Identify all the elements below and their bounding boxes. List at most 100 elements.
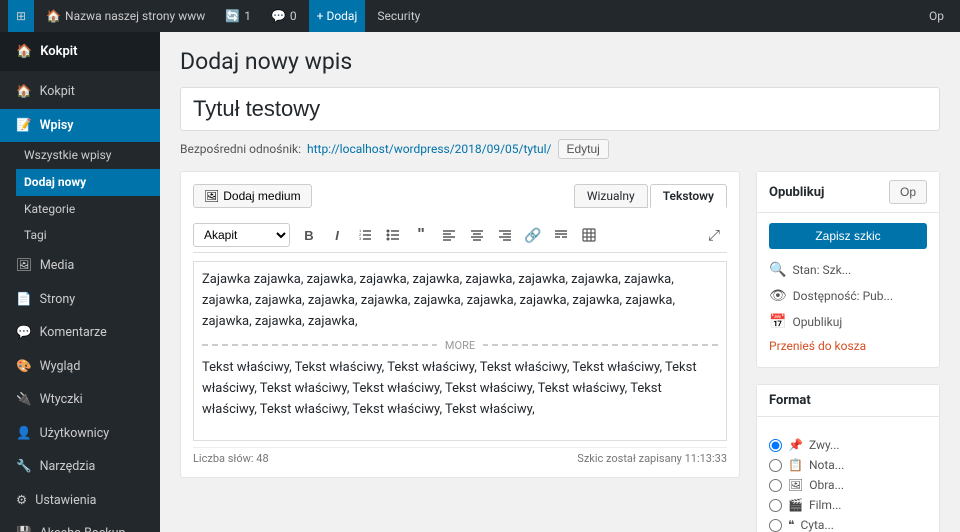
sidebar-item-wtyczki[interactable]: 🔌 Wtyczki [0,383,160,417]
home-icon: 🏠 [16,83,32,101]
sidebar-item-wyglad[interactable]: 🎨 Wygląd [0,350,160,384]
ul-button[interactable] [380,222,406,248]
format-standard-radio[interactable] [769,439,782,452]
sidebar-item-tagi[interactable]: Tagi [16,222,160,249]
permalink-row: Bezpośredni odnośnik: http://localhost/w… [180,139,940,159]
format-aside: 📋 Nota... [769,455,927,475]
sidebar-item-wpisy[interactable]: 📝 Wpisy [0,109,160,143]
ol-button[interactable]: 123 [352,222,378,248]
sidebar-item-uzytkownicy[interactable]: 👤 Użytkownicy [0,417,160,451]
save-time: Szkic został zapisany 11:13:33 [577,452,727,465]
more-divider [202,344,718,346]
format-quote-radio[interactable] [769,519,782,532]
italic-button[interactable]: I [324,222,350,248]
dashboard-icon: 🏠 [16,44,32,59]
tab-visual[interactable]: Wizualny [574,184,648,208]
publish-box-header[interactable]: Opublikuj Op [757,172,939,213]
sidebar-item-akeeba[interactable]: 💾 Akeeba Backup [0,517,160,532]
format-box-header[interactable]: Format [757,385,939,417]
visibility-icon: 👁 [769,288,787,304]
op-button[interactable]: Op [921,0,952,32]
page-title: Dodaj nowy wpis [180,48,940,75]
pages-icon: 📄 [16,291,32,309]
fullscreen-button[interactable]: ⤢ [701,222,727,248]
format-video: 🎬 Film... [769,495,927,515]
permalink-link[interactable]: http://localhost/wordpress/2018/09/05/ty… [307,142,552,156]
visibility-label: Dostępność: Pub... [793,289,893,303]
comments-indicator[interactable]: 💬 0 [263,0,305,32]
svg-text:3: 3 [359,236,362,241]
add-new-button[interactable]: + Dodaj [309,0,366,32]
op-button[interactable]: Op [889,180,927,204]
comments-icon: 💬 [271,9,286,23]
editor-footer: Liczba słów: 48 Szkic został zapisany 11… [193,447,727,465]
wp-logo[interactable]: ⊞ [8,0,34,32]
blockquote-button[interactable]: " [408,222,434,248]
backup-icon: 💾 [16,525,32,532]
more-tag-button[interactable] [548,222,574,248]
editor-main: 🖼 Dodaj medium Wizualny Tekstowy Akapit … [180,171,740,532]
publish-label: Opublikuj [792,315,842,329]
format-bar: Akapit Nagłówek 1 Nagłówek 2 Nagłówek 3 … [193,218,727,253]
format-quote: ❝ Cyta... [769,515,927,532]
aside-icon: 📋 [788,458,803,472]
tab-text[interactable]: Tekstowy [650,184,727,208]
editor-area[interactable]: Zajawka zajawka, zajawka, zajawka, zajaw… [193,261,727,441]
bold-button[interactable]: B [296,222,322,248]
format-image: 🖼 Obra... [769,475,927,495]
users-icon: 👤 [16,425,32,443]
trash-link[interactable]: Przenieś do kosza [769,335,927,357]
editor-tabs: Wizualny Tekstowy [574,184,727,208]
sidebar-item-komentarze[interactable]: 💬 Komentarze [0,316,160,350]
format-radio-group: 📌 Zwy... 📋 Nota... 🖼 Ob [769,427,927,532]
sidebar-item-kokpit[interactable]: 🏠 Kokpit [0,75,160,109]
content-area: 🖼 Dodaj medium Wizualny Tekstowy Akapit … [180,171,940,532]
format-aside-radio[interactable] [769,459,782,472]
format-video-radio[interactable] [769,499,782,512]
admin-bar: ⊞ 🏠 Nazwa naszej strony www 🔄 1 💬 0 + Do… [0,0,960,32]
sidebar-item-dodaj-nowy[interactable]: Dodaj nowy [16,169,160,196]
post-title-input[interactable] [180,87,940,131]
tools-icon: 🔧 [16,458,32,476]
image-icon: 🖼 [788,478,803,492]
editor-toolbar-top: 🖼 Dodaj medium Wizualny Tekstowy [193,184,727,208]
table-button[interactable] [576,222,602,248]
main-content: Dodaj nowy wpis Bezpośredni odnośnik: ht… [160,32,960,532]
sidebar-sub-wpisy: Wszystkie wpisy Dodaj nowy Kategorie Tag… [0,142,160,249]
publish-box: Opublikuj Op Zapisz szkic 🔍 Stan: Szk...… [756,171,940,368]
align-right-button[interactable] [492,222,518,248]
security-menu-item[interactable]: Security [369,0,428,32]
add-media-button[interactable]: 🖼 Dodaj medium [193,184,312,208]
updates-icon: 🔄 [225,9,240,23]
sidebar-item-strony[interactable]: 📄 Strony [0,283,160,317]
save-draft-button[interactable]: Zapisz szkic [769,223,927,249]
edit-permalink-button[interactable]: Edytuj [558,139,609,159]
align-center-button[interactable] [464,222,490,248]
settings-icon: ⚙ [16,492,27,510]
word-count: Liczba słów: 48 [193,452,269,465]
sidebar-brand[interactable]: 🏠 Kokpit [0,32,160,71]
format-box: Format 📌 Zwy... 📋 No [756,384,940,532]
comments-icon: 💬 [16,324,32,342]
calendar-icon: 📅 [769,314,786,330]
sidebar-section-main: 🏠 Kokpit 📝 Wpisy Wszystkie wpisy Dodaj n… [0,75,160,532]
updates-indicator[interactable]: 🔄 1 [217,0,259,32]
sidebar-item-kategorie[interactable]: Kategorie [16,196,160,223]
sidebar-item-ustawienia[interactable]: ⚙ Ustawienia [0,484,160,518]
format-image-radio[interactable] [769,479,782,492]
quote-icon: ❝ [788,518,794,532]
editor-container: 🖼 Dodaj medium Wizualny Tekstowy Akapit … [180,171,740,478]
align-left-button[interactable] [436,222,462,248]
format-standard: 📌 Zwy... [769,435,927,455]
right-column: Opublikuj Op Zapisz szkic 🔍 Stan: Szk...… [740,171,940,532]
editor-content-after: Tekst właściwy, Tekst właściwy, Tekst wł… [202,358,718,420]
media-icon: 🖼 [204,189,219,203]
format-select[interactable]: Akapit Nagłówek 1 Nagłówek 2 Nagłówek 3 [193,223,290,247]
video-icon: 🎬 [788,498,803,512]
link-button[interactable]: 🔗 [520,222,546,248]
visibility-row: 👁 Dostępność: Pub... [769,283,927,309]
sidebar-item-narzedzia[interactable]: 🔧 Narzędzia [0,450,160,484]
sidebar-item-media[interactable]: 🖼 Media [0,249,160,283]
sidebar-item-wszystkie-wpisy[interactable]: Wszystkie wpisy [16,142,160,169]
site-name[interactable]: 🏠 Nazwa naszej strony www [38,0,213,32]
